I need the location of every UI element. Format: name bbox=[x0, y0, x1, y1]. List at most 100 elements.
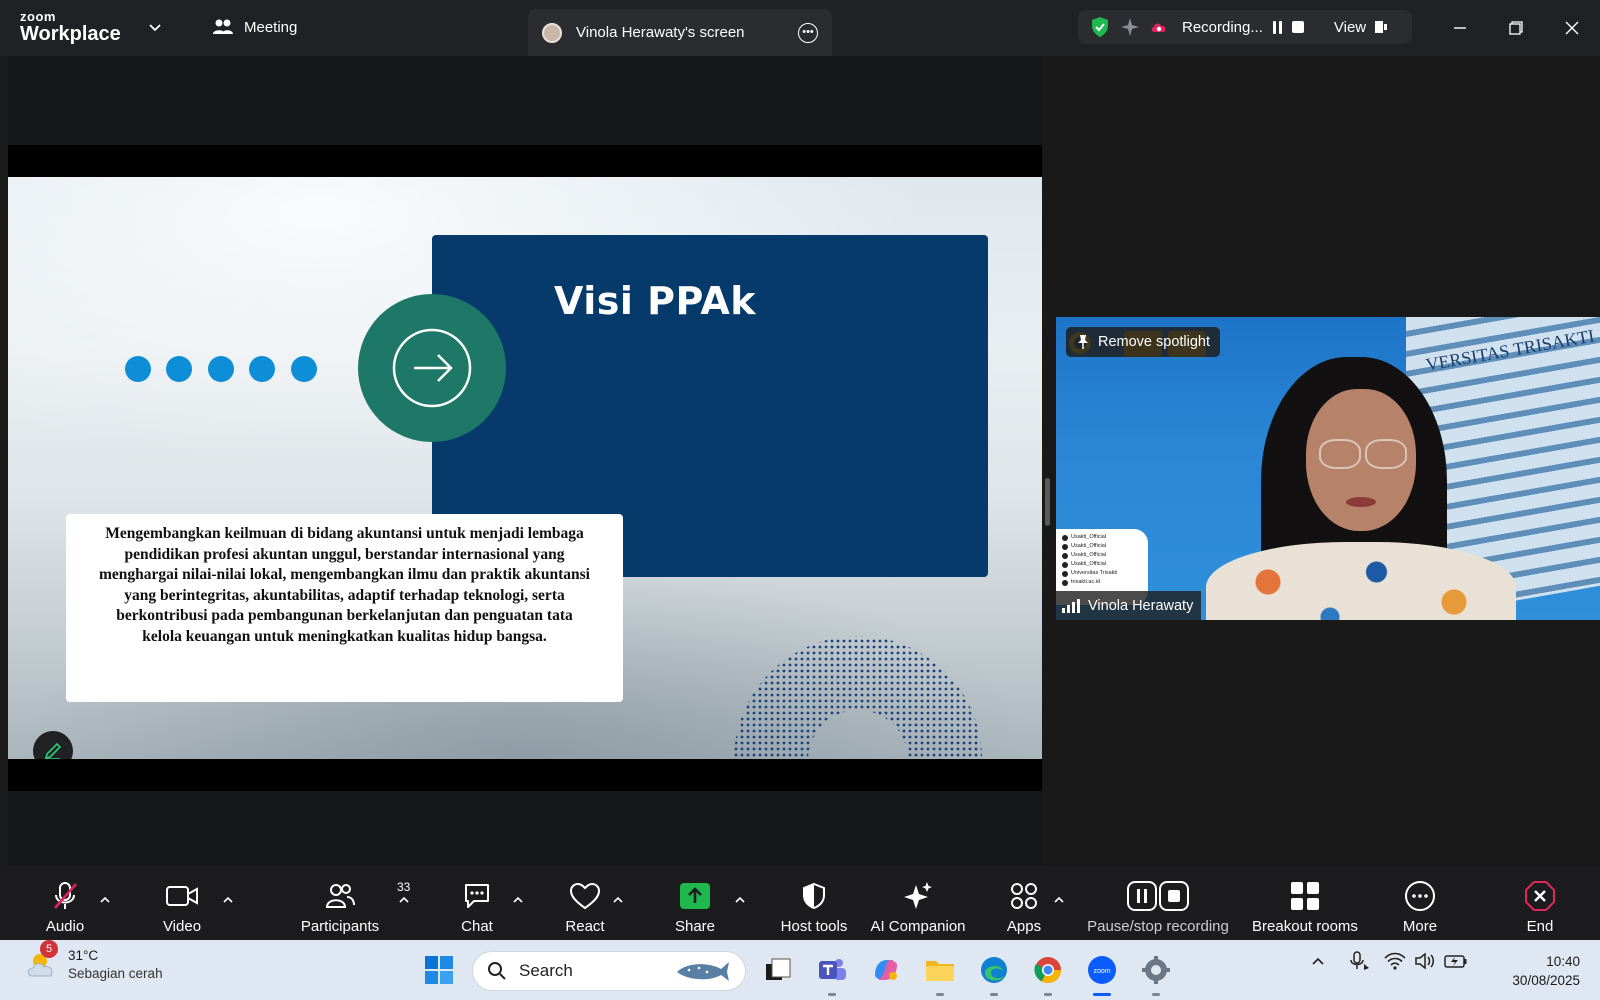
chrome-app[interactable] bbox=[1030, 952, 1066, 996]
ai-companion-button[interactable]: AI Companion bbox=[862, 866, 974, 940]
meeting-toolbar: Audio Video 33 Participants Chat React S… bbox=[0, 866, 1600, 940]
close-icon bbox=[1565, 21, 1579, 35]
share-button[interactable]: Share bbox=[663, 866, 727, 940]
ai-sparkle-icon[interactable] bbox=[1120, 17, 1140, 37]
ai-companion-label: AI Companion bbox=[870, 918, 966, 935]
share-options-chevron-up-icon[interactable] bbox=[734, 894, 746, 906]
participants-count: 33 bbox=[397, 880, 411, 894]
settings-gear-icon bbox=[1142, 956, 1170, 984]
participant-name: Vinola Herawaty bbox=[1088, 597, 1194, 614]
stop-recording-icon[interactable] bbox=[1291, 21, 1304, 33]
volume-icon[interactable] bbox=[1414, 951, 1436, 971]
microphone-muted-icon bbox=[54, 882, 77, 909]
start-button[interactable] bbox=[421, 952, 457, 988]
more-icon bbox=[1405, 881, 1435, 911]
host-tools-button[interactable]: Host tools bbox=[768, 866, 860, 940]
remove-spotlight-button[interactable]: Remove spotlight bbox=[1066, 327, 1221, 357]
apps-button[interactable]: Apps bbox=[992, 866, 1056, 940]
task-view-app[interactable] bbox=[760, 952, 796, 988]
settings-app[interactable] bbox=[1138, 952, 1174, 996]
pencil-icon bbox=[44, 742, 62, 759]
recording-bar: Recording... View bbox=[1078, 10, 1412, 44]
people-icon bbox=[213, 19, 233, 34]
zoom-app-icon: zoom bbox=[1088, 956, 1116, 984]
end-button[interactable]: End bbox=[1508, 866, 1572, 940]
share-screen-tab[interactable]: Vinola Herawaty's screen ••• bbox=[528, 9, 832, 56]
copilot-app[interactable] bbox=[868, 952, 904, 988]
chevron-up-icon[interactable] bbox=[1310, 953, 1326, 969]
apps-label: Apps bbox=[1006, 918, 1042, 935]
decor-dot bbox=[166, 356, 192, 382]
pause-stop-recording-button[interactable]: Pause/stop recording bbox=[1080, 866, 1236, 940]
file-explorer-app[interactable] bbox=[922, 952, 958, 996]
pin-icon bbox=[1078, 335, 1088, 349]
participants-button[interactable]: 33 Participants bbox=[288, 866, 411, 940]
taskbar-clock[interactable]: 10:40 30/08/2025 bbox=[1496, 952, 1580, 990]
chat-icon bbox=[465, 884, 489, 908]
arrow-circle bbox=[358, 294, 506, 442]
end-label: End bbox=[1526, 918, 1554, 935]
restore-button[interactable] bbox=[1502, 14, 1530, 42]
weather-notification-badge: 5 bbox=[40, 940, 58, 958]
glasses-icon bbox=[1319, 439, 1361, 469]
edge-app[interactable] bbox=[976, 952, 1012, 996]
apps-options-chevron-up-icon[interactable] bbox=[1053, 894, 1065, 906]
heart-icon bbox=[569, 882, 601, 910]
signal-strength-icon bbox=[1062, 598, 1080, 613]
more-button[interactable]: More bbox=[1388, 866, 1452, 940]
chevron-down-icon[interactable] bbox=[148, 20, 162, 34]
zoom-app[interactable]: zoom bbox=[1084, 952, 1120, 996]
participants-label: Participants bbox=[300, 918, 380, 935]
react-options-chevron-up-icon[interactable] bbox=[612, 894, 624, 906]
pause-stop-label: Pause/stop recording bbox=[1087, 918, 1229, 935]
system-tray bbox=[1310, 950, 1468, 972]
view-layout-icon bbox=[1375, 21, 1388, 33]
copilot-icon bbox=[875, 959, 897, 981]
audio-options-chevron-up-icon[interactable] bbox=[99, 894, 111, 906]
react-button[interactable]: React bbox=[553, 866, 617, 940]
more-label: More bbox=[1402, 918, 1438, 935]
participants-options-chevron-up-icon[interactable] bbox=[398, 894, 410, 906]
breakout-rooms-label: Breakout rooms bbox=[1252, 918, 1358, 935]
weather-description: Sebagian cerah bbox=[68, 966, 163, 981]
teams-icon bbox=[819, 959, 846, 980]
microphone-in-use-icon[interactable] bbox=[1348, 950, 1370, 972]
participant-name-tag: Vinola Herawaty bbox=[1056, 591, 1202, 620]
audio-button[interactable]: Audio bbox=[30, 866, 100, 940]
whale-shark-search-highlight-icon bbox=[677, 962, 729, 981]
video-button[interactable]: Video bbox=[147, 866, 217, 940]
end-meeting-icon bbox=[1525, 881, 1555, 911]
breakout-rooms-icon bbox=[1291, 882, 1319, 910]
restore-icon bbox=[1509, 21, 1523, 35]
chat-button[interactable]: Chat bbox=[445, 866, 509, 940]
wifi-icon[interactable] bbox=[1384, 951, 1406, 971]
decor-dot bbox=[125, 356, 151, 382]
more-options-icon[interactable]: ••• bbox=[798, 22, 818, 43]
close-button[interactable] bbox=[1558, 14, 1586, 42]
slide-body-text: Mengembangkan keilmuan di bidang akuntan… bbox=[99, 525, 590, 645]
breakout-rooms-button[interactable]: Breakout rooms bbox=[1246, 866, 1364, 940]
video-options-chevron-up-icon[interactable] bbox=[222, 894, 234, 906]
task-view-icon bbox=[766, 958, 791, 980]
teams-app[interactable] bbox=[814, 952, 850, 996]
participants-icon bbox=[325, 884, 355, 908]
taskbar-search[interactable]: Search bbox=[472, 951, 746, 991]
minimize-button[interactable] bbox=[1446, 14, 1474, 42]
ai-companion-sparkle-icon bbox=[904, 882, 932, 909]
chrome-browser-icon bbox=[1034, 957, 1062, 984]
glasses-icon bbox=[1365, 439, 1407, 469]
pause-stop-icon bbox=[1127, 881, 1189, 911]
chat-options-chevron-up-icon[interactable] bbox=[512, 894, 524, 906]
meeting-menu[interactable]: Meeting bbox=[212, 18, 297, 36]
participant-video-tile[interactable]: VERSITAS TRISAKTI Usakti_Official Usakti… bbox=[1056, 317, 1600, 620]
slide-title: Visi PPAk bbox=[554, 279, 757, 323]
pause-recording-icon[interactable] bbox=[1272, 20, 1282, 34]
avatar bbox=[542, 22, 562, 43]
share-label: Share bbox=[674, 918, 716, 935]
panel-resize-handle[interactable] bbox=[1045, 478, 1050, 526]
react-label: React bbox=[565, 918, 605, 935]
security-shield-icon[interactable] bbox=[1090, 16, 1110, 38]
battery-charging-icon[interactable] bbox=[1444, 952, 1468, 970]
view-button[interactable]: View bbox=[1334, 19, 1388, 36]
minimize-icon bbox=[1454, 27, 1466, 29]
